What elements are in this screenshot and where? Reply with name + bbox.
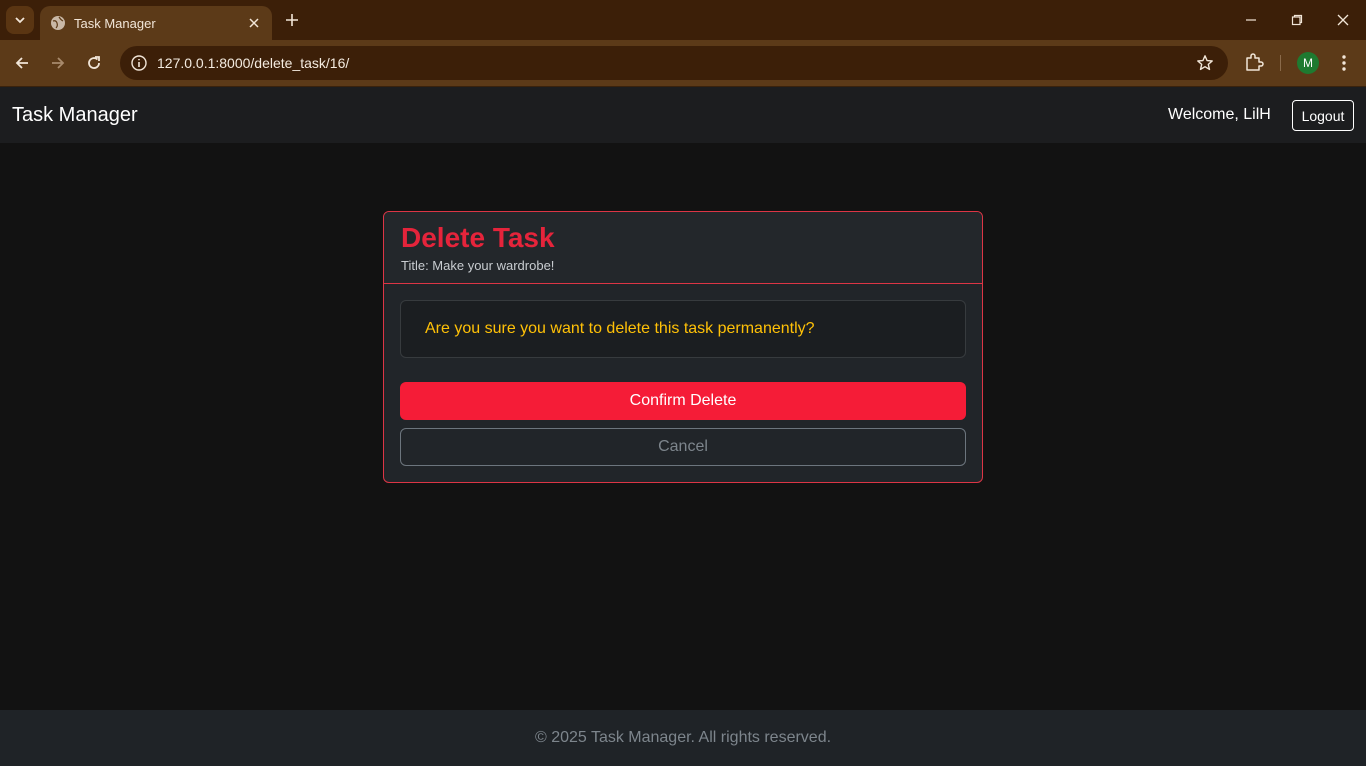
delete-task-card: Delete Task Title: Make your wardrobe! A… (383, 211, 983, 483)
back-button[interactable] (8, 49, 36, 77)
reload-button[interactable] (80, 49, 108, 77)
url-text: 127.0.0.1:8000/delete_task/16/ (157, 55, 350, 71)
restore-icon (1291, 14, 1303, 26)
toolbar-divider (1280, 55, 1281, 71)
tab-search-button[interactable] (6, 6, 34, 34)
site-info-icon[interactable] (130, 54, 148, 72)
forward-button[interactable] (44, 49, 72, 77)
footer: © 2025 Task Manager. All rights reserved… (0, 710, 1366, 766)
new-tab-button[interactable] (280, 8, 304, 32)
extensions-icon[interactable] (1243, 51, 1265, 73)
confirm-delete-button[interactable]: Confirm Delete (400, 382, 966, 420)
window-close-button[interactable] (1331, 8, 1355, 32)
brand-link[interactable]: Task Manager (12, 104, 138, 127)
logout-button[interactable]: Logout (1292, 100, 1354, 131)
warning-alert: Are you sure you want to delete this tas… (400, 300, 966, 358)
close-icon[interactable] (246, 15, 262, 31)
globe-icon (50, 15, 66, 31)
restore-button[interactable] (1285, 8, 1309, 32)
warning-text: Are you sure you want to delete this tas… (425, 320, 815, 337)
star-icon[interactable] (1196, 54, 1214, 72)
welcome-text: Welcome, LilH (1168, 106, 1271, 123)
card-title: Delete Task (401, 222, 555, 253)
chevron-down-icon (14, 14, 26, 26)
tab-title: Task Manager (74, 15, 156, 31)
browser-tab-bar: Task Manager (0, 0, 1366, 40)
browser-toolbar: 127.0.0.1:8000/delete_task/16/ M (0, 40, 1366, 87)
more-options-icon[interactable] (1334, 52, 1354, 74)
close-icon (1337, 14, 1349, 26)
arrow-right-icon (50, 55, 66, 71)
task-title: Title: Make your wardrobe! (401, 258, 555, 273)
minimize-button[interactable] (1239, 8, 1263, 32)
app-navbar: Task Manager Welcome, LilH Logout (0, 87, 1366, 143)
browser-tab[interactable]: Task Manager (40, 6, 272, 40)
cancel-button[interactable]: Cancel (400, 428, 966, 466)
footer-copyright: © 2025 Task Manager. All rights reserved… (534, 729, 832, 746)
minimize-icon (1245, 14, 1257, 26)
plus-icon (285, 13, 299, 27)
arrow-left-icon (14, 55, 30, 71)
card-header: Delete Task Title: Make your wardrobe! (384, 212, 982, 284)
reload-icon (86, 55, 102, 71)
address-bar[interactable]: 127.0.0.1:8000/delete_task/16/ (120, 46, 1228, 80)
profile-avatar[interactable]: M (1297, 52, 1319, 74)
